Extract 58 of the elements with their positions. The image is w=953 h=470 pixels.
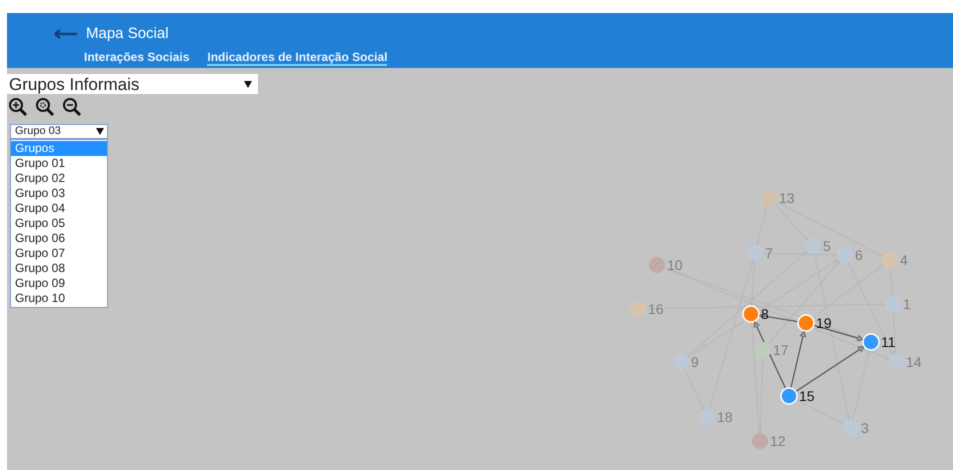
node-label: 10 [667,257,683,273]
node-label: 6 [855,247,863,263]
graph-node[interactable] [747,245,763,261]
graph-node[interactable] [761,190,777,206]
node-label: 14 [906,354,922,370]
graph-node[interactable] [837,247,853,263]
zoom-reset-icon[interactable] [35,97,55,117]
group-select[interactable]: Grupo 03 [10,124,108,139]
graph-node[interactable] [752,433,768,449]
graph-edge [756,205,768,246]
graph-node[interactable] [882,252,898,268]
dropdown-option[interactable]: Grupo 06 [11,231,107,246]
graph-node[interactable] [888,354,904,370]
dropdown-caret-icon [96,128,104,135]
graph-node[interactable] [755,342,771,358]
node-label: 11 [881,334,896,350]
dropdown-option[interactable]: Grupo 07 [11,246,107,261]
zoom-out-icon[interactable] [62,97,82,117]
view-select[interactable]: Grupos Informais [7,74,258,94]
dropdown-option[interactable]: Grupo 03 [11,186,107,201]
graph-node[interactable] [843,420,859,436]
node-label: 17 [773,342,789,358]
node-label: 9 [691,354,699,370]
graph-node[interactable] [649,257,665,273]
graph-edge [684,368,704,410]
page-title: Mapa Social [86,24,169,44]
node-label: 19 [816,315,832,331]
graph-node[interactable] [862,333,880,351]
node-label: 16 [648,301,664,317]
graph-node[interactable] [797,314,815,332]
node-label: 18 [717,409,733,425]
dropdown-option[interactable]: Grupo 10 [11,291,107,306]
dropdown-option[interactable]: Grupo 05 [11,216,107,231]
graph-node[interactable] [780,387,798,405]
zoom-in-icon[interactable] [8,97,28,117]
node-label: 13 [779,190,795,206]
node-label: 4 [900,252,908,268]
graph-node[interactable] [630,301,646,317]
nav-tab[interactable]: Indicadores de Interação Social [207,50,388,66]
dropdown-caret-icon [244,80,252,88]
graph-node[interactable] [673,354,689,370]
dropdown-option[interactable]: Grupo 09 [11,276,107,291]
node-label: 1 [903,296,911,312]
node-label: 7 [765,245,773,261]
node-label: 5 [823,238,831,254]
nav-tab[interactable]: Interações Sociais [84,50,190,66]
dropdown-option[interactable]: Grupo 08 [11,261,107,276]
graph-node[interactable] [885,296,901,312]
dropdown-option[interactable]: Grupo 04 [11,201,107,216]
back-arrow-icon[interactable] [54,29,78,40]
node-label: 15 [799,388,815,404]
graph-node[interactable] [699,409,715,425]
node-label: 12 [770,433,786,449]
dropdown-option[interactable]: Grupo 01 [11,156,107,171]
graph-node[interactable] [742,305,760,323]
dropdown-option[interactable]: Grupo 02 [11,171,107,186]
graph-node[interactable] [805,238,821,254]
node-label: 3 [861,420,869,436]
